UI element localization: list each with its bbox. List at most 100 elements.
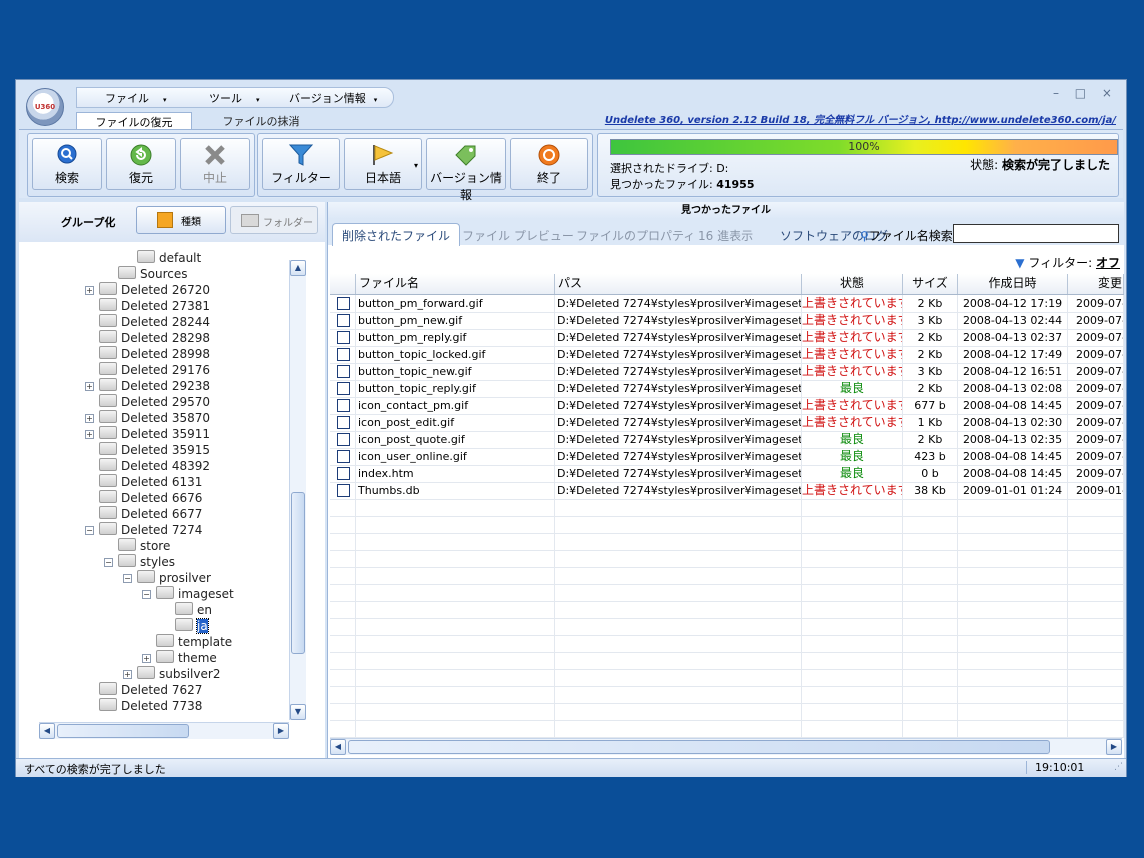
menu-file[interactable]: ファイル ▾: [105, 90, 167, 106]
tree-node[interactable]: + Deleted 35870: [85, 410, 210, 426]
tree-node[interactable]: − styles: [104, 554, 175, 570]
tree-node[interactable]: Deleted 28244: [99, 314, 210, 330]
row-checkbox[interactable]: [337, 365, 350, 378]
table-row[interactable]: [330, 533, 1124, 551]
table-row[interactable]: icon_user_online.gif D:¥Deleted 7274¥styl…: [330, 448, 1124, 466]
tree-node[interactable]: template: [156, 634, 232, 650]
table-row[interactable]: [330, 703, 1124, 721]
scroll-left-icon[interactable]: ◀: [330, 739, 346, 755]
tree-node[interactable]: Deleted 29176: [99, 362, 210, 378]
expand-icon[interactable]: +: [123, 670, 132, 679]
tree-node[interactable]: Deleted 48392: [99, 458, 210, 474]
table-row[interactable]: [330, 635, 1124, 653]
tree-node[interactable]: + theme: [142, 650, 217, 666]
scroll-right-icon[interactable]: ▶: [273, 723, 289, 739]
collapse-icon[interactable]: −: [123, 574, 132, 583]
table-row[interactable]: [330, 567, 1124, 585]
table-row[interactable]: [330, 499, 1124, 517]
language-button[interactable]: 日本語 ▾: [344, 138, 422, 190]
column-header-name[interactable]: ファイル名: [356, 274, 555, 294]
collapse-icon[interactable]: −: [85, 526, 94, 535]
table-row[interactable]: button_topic_reply.gif D:¥Deleted 7274¥st…: [330, 380, 1124, 398]
scroll-left-icon[interactable]: ◀: [39, 723, 55, 739]
table-row[interactable]: icon_post_edit.gif D:¥Deleted 7274¥styles…: [330, 414, 1124, 432]
tree-node[interactable]: Deleted 6676: [99, 490, 202, 506]
table-horizontal-scrollbar[interactable]: ◀ ▶: [330, 738, 1122, 755]
collapse-icon[interactable]: −: [142, 590, 151, 599]
table-row[interactable]: [330, 686, 1124, 704]
group-by-type-button[interactable]: 種類: [136, 206, 226, 234]
window-controls[interactable]: – □ ×: [1053, 86, 1118, 100]
tree-node[interactable]: ja: [175, 618, 209, 634]
table-row[interactable]: [330, 618, 1124, 636]
tree-scroll-thumb[interactable]: [291, 492, 305, 654]
expand-icon[interactable]: +: [142, 654, 151, 663]
tree-horizontal-scrollbar[interactable]: ◀ ▶: [39, 722, 289, 739]
search-button[interactable]: 検索: [32, 138, 102, 190]
stop-button[interactable]: 中止: [180, 138, 250, 190]
table-row[interactable]: button_pm_forward.gif D:¥Deleted 7274¥sty…: [330, 295, 1124, 313]
scroll-down-icon[interactable]: ▼: [290, 704, 306, 720]
tree-node[interactable]: Deleted 7627: [99, 682, 202, 698]
tree-node[interactable]: + Deleted 35911: [85, 426, 210, 442]
tree-node[interactable]: − prosilver: [123, 570, 211, 586]
table-row[interactable]: button_topic_locked.gif D:¥Deleted 7274¥s…: [330, 346, 1124, 364]
tree-node[interactable]: Deleted 27381: [99, 298, 210, 314]
row-checkbox[interactable]: [337, 450, 350, 463]
table-row[interactable]: index.htm D:¥Deleted 7274¥styles¥prosilve…: [330, 465, 1124, 483]
table-row[interactable]: [330, 550, 1124, 568]
table-row[interactable]: icon_contact_pm.gif D:¥Deleted 7274¥style…: [330, 397, 1124, 415]
menu-version[interactable]: バージョン情報 ▾: [289, 90, 377, 106]
tab-restore[interactable]: ファイルの復元: [76, 112, 192, 130]
tree-node[interactable]: + Deleted 26720: [85, 282, 210, 298]
table-row[interactable]: button_pm_reply.gif D:¥Deleted 7274¥style…: [330, 329, 1124, 347]
row-checkbox[interactable]: [337, 297, 350, 310]
row-checkbox[interactable]: [337, 467, 350, 480]
collapse-icon[interactable]: −: [104, 558, 113, 567]
expand-icon[interactable]: +: [85, 430, 94, 439]
filename-search-input[interactable]: [953, 224, 1119, 243]
table-row[interactable]: [330, 601, 1124, 619]
column-header-state[interactable]: 状態: [802, 274, 903, 294]
row-checkbox[interactable]: [337, 416, 350, 429]
row-checkbox[interactable]: [337, 348, 350, 361]
column-header-modified[interactable]: 変更: [1068, 274, 1124, 294]
tree-node[interactable]: Deleted 28298: [99, 330, 210, 346]
tree-node[interactable]: Deleted 6131: [99, 474, 202, 490]
filter-button[interactable]: フィルター: [262, 138, 340, 190]
table-hscroll-thumb[interactable]: [348, 740, 1050, 754]
filter-status[interactable]: ▼ フィルター: オフ: [1015, 254, 1120, 271]
tab-file-properties[interactable]: ファイルのプロパティ: [576, 227, 695, 244]
table-row[interactable]: [330, 652, 1124, 670]
tab-wipe[interactable]: ファイルの抹消: [211, 112, 311, 129]
tab-hex-view[interactable]: 16 進表示: [698, 227, 753, 244]
column-header-path[interactable]: パス: [555, 274, 802, 294]
tree-vertical-scrollbar[interactable]: ▲ ▼: [289, 260, 306, 720]
tab-file-preview[interactable]: ファイル プレビュー: [462, 227, 574, 244]
column-header-created[interactable]: 作成日時: [958, 274, 1068, 294]
row-checkbox[interactable]: [337, 331, 350, 344]
row-checkbox[interactable]: [337, 399, 350, 412]
table-row[interactable]: Thumbs.db D:¥Deleted 7274¥styles¥prosilve…: [330, 482, 1124, 500]
table-row[interactable]: button_topic_new.gif D:¥Deleted 7274¥styl…: [330, 363, 1124, 381]
row-checkbox[interactable]: [337, 382, 350, 395]
tree-node[interactable]: Deleted 6677: [99, 506, 202, 522]
table-row[interactable]: [330, 584, 1124, 602]
tree-node[interactable]: − Deleted 7274: [85, 522, 202, 538]
tree-node[interactable]: Deleted 29570: [99, 394, 210, 410]
scroll-right-icon[interactable]: ▶: [1106, 739, 1122, 755]
tree-node[interactable]: Deleted 7738: [99, 698, 202, 714]
row-checkbox[interactable]: [337, 433, 350, 446]
tree-node[interactable]: − imageset: [142, 586, 234, 602]
table-row[interactable]: [330, 516, 1124, 534]
tree-node[interactable]: + Deleted 29238: [85, 378, 210, 394]
app-logo-icon[interactable]: U360: [26, 88, 64, 126]
row-checkbox[interactable]: [337, 314, 350, 327]
table-row[interactable]: button_pm_new.gif D:¥Deleted 7274¥styles¥…: [330, 312, 1124, 330]
table-row[interactable]: [330, 669, 1124, 687]
menu-tools[interactable]: ツール ▾: [209, 90, 260, 106]
table-row[interactable]: [330, 720, 1124, 738]
restore-button[interactable]: 復元: [106, 138, 176, 190]
tree-node[interactable]: Deleted 28998: [99, 346, 210, 362]
row-checkbox[interactable]: [337, 484, 350, 497]
